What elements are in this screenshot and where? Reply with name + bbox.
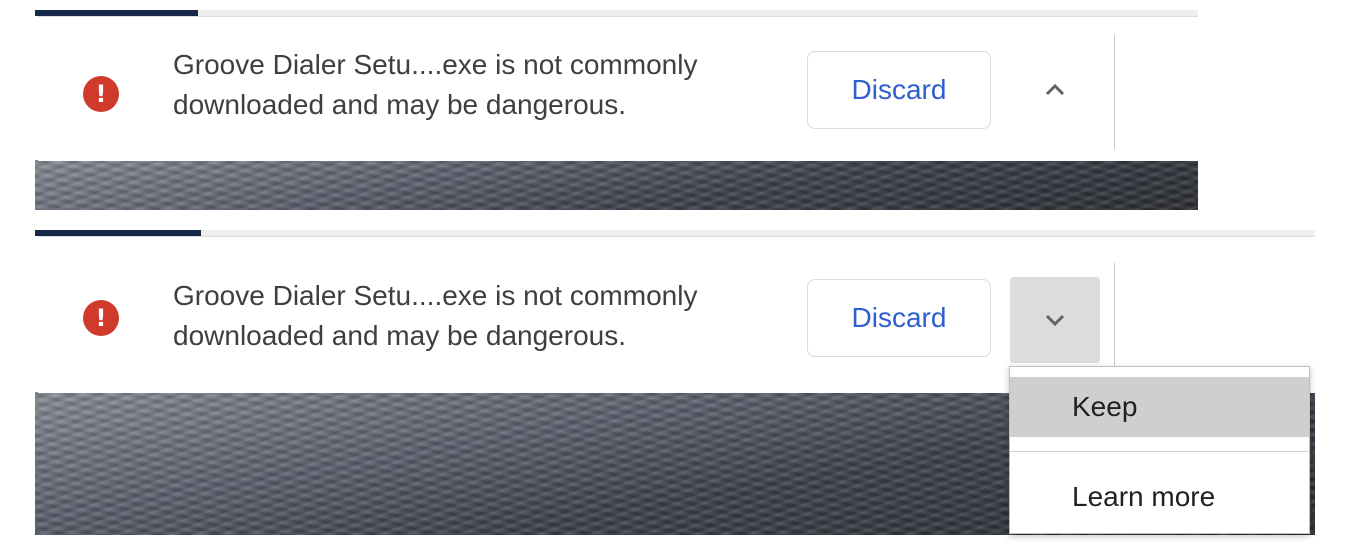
- chevron-down-icon[interactable]: [1010, 277, 1100, 363]
- download-context-menu: Keep Learn more: [1009, 366, 1310, 534]
- discard-button[interactable]: Discard: [807, 279, 991, 357]
- download-warning-message: Groove Dialer Setu....exe is not commonl…: [173, 280, 698, 351]
- warning-icon: !: [83, 76, 119, 112]
- download-warning-message: Groove Dialer Setu....exe is not commonl…: [173, 49, 698, 120]
- discard-button[interactable]: Discard: [807, 51, 991, 129]
- background-photo: [35, 160, 1198, 210]
- warning-icon: !: [83, 300, 119, 336]
- chevron-up-icon[interactable]: [1010, 47, 1100, 133]
- menu-separator: [1010, 451, 1309, 452]
- download-shelf-item: ! Groove Dialer Setu....exe is not commo…: [38, 16, 1198, 161]
- separator: [1114, 35, 1115, 149]
- menu-item-learn-more[interactable]: Learn more: [1010, 467, 1309, 527]
- menu-item-keep[interactable]: Keep: [1010, 377, 1309, 437]
- download-panel-1: ! Groove Dialer Setu....exe is not commo…: [35, 10, 1198, 210]
